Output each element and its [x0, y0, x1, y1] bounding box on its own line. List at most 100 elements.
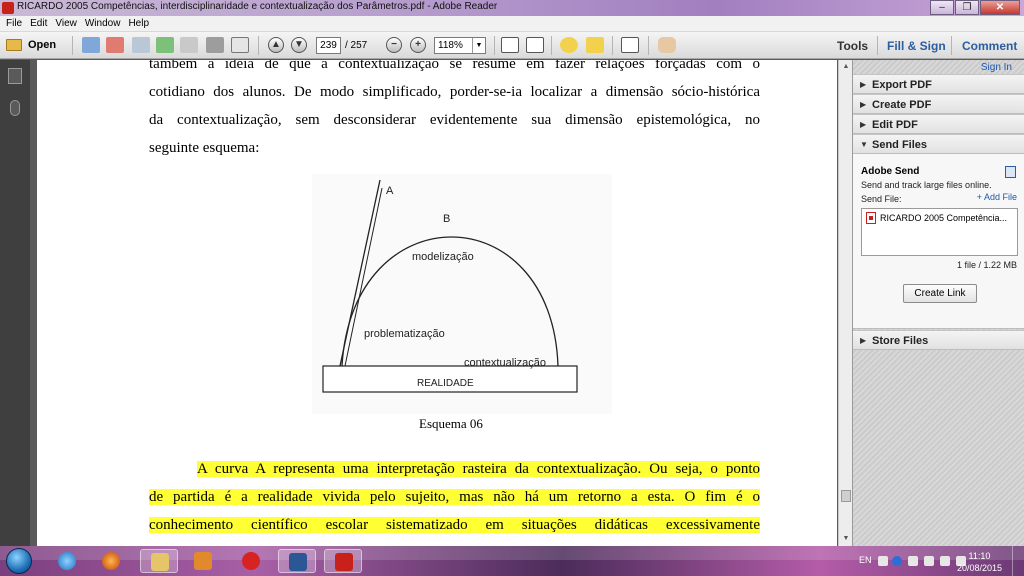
vertical-scrollbar[interactable]: ▲ ▼ [838, 60, 852, 546]
save-icon[interactable] [180, 37, 198, 53]
adobe-reader-icon [335, 553, 353, 571]
highlighted-text: A curva A representa uma interpretação r… [197, 461, 760, 477]
section-label: Store Files [872, 335, 929, 347]
label-b: B [443, 213, 450, 225]
section-label: Export PDF [872, 79, 932, 91]
create-link-button[interactable]: Create Link [903, 284, 977, 303]
page-total: / 257 [345, 40, 368, 51]
label-realidade: REALIDADE [417, 378, 474, 389]
minimize-button[interactable]: – [930, 0, 954, 15]
tools-button[interactable]: Tools [837, 39, 868, 53]
file-count: 1 file / 1.22 MB [956, 260, 1017, 270]
copy-icon[interactable] [1005, 166, 1016, 178]
taskbar-firefox[interactable] [92, 549, 130, 573]
send-files-panel: Adobe Send Send and track large files on… [853, 154, 1024, 329]
scroll-thumb[interactable] [841, 490, 851, 502]
fill-sign-button[interactable]: Fill & Sign [887, 39, 946, 53]
zoom-in-icon[interactable]: + [410, 37, 426, 53]
fit-width-icon[interactable] [526, 37, 544, 53]
comment-button[interactable]: Comment [962, 39, 1017, 53]
menu-window[interactable]: Window [83, 16, 127, 31]
document-view[interactable]: também a ideia de que a contextualização… [30, 60, 838, 546]
taskbar-media-player[interactable] [184, 549, 222, 573]
open-button[interactable]: Open [6, 37, 64, 53]
toolbar-separator [258, 36, 259, 55]
language-indicator[interactable]: EN [859, 555, 872, 565]
highlight-icon[interactable] [586, 37, 604, 53]
edit-icon[interactable] [132, 37, 150, 53]
start-button[interactable] [6, 548, 32, 574]
taskbar-adobe-reader[interactable] [324, 549, 362, 573]
add-file-link[interactable]: + Add File [977, 192, 1017, 202]
hand-tool-icon[interactable] [658, 37, 676, 53]
label-problematizacao: problematização [364, 328, 445, 340]
speaker-icon[interactable] [940, 556, 950, 566]
zoom-select[interactable]: 118% ▼ [434, 37, 486, 54]
upload-icon[interactable] [156, 37, 174, 53]
file-list[interactable]: RICARDO 2005 Competência... [861, 208, 1018, 256]
email-icon[interactable] [231, 37, 249, 53]
send-file-label: Send File: [861, 194, 902, 204]
section-edit-pdf[interactable]: ▶ Edit PDF [853, 114, 1024, 134]
page-number-input[interactable]: 239 [316, 37, 341, 54]
adobe-reader-app-icon [2, 2, 14, 14]
menu-file[interactable]: File [4, 16, 28, 31]
close-button[interactable]: ✕ [980, 0, 1020, 15]
figure-caption: Esquema 06 [419, 416, 483, 431]
sign-in-link[interactable]: Sign In [981, 62, 1012, 73]
chevron-down-icon[interactable]: ▼ [472, 38, 485, 53]
menu-help[interactable]: Help [126, 16, 155, 31]
attachments-icon[interactable] [10, 100, 20, 116]
convert-pdf-icon[interactable] [106, 37, 124, 53]
toolbar-separator [551, 36, 552, 55]
tray-icon[interactable] [878, 556, 888, 566]
highlighted-text: conhecimento científico escolar sistemat… [149, 517, 760, 533]
network-icon[interactable] [924, 556, 934, 566]
taskbar-internet-explorer[interactable] [48, 549, 86, 573]
previous-page-icon[interactable]: ▲ [268, 37, 284, 53]
expand-triangle-icon: ▶ [860, 80, 867, 89]
sticky-note-icon[interactable] [560, 37, 578, 53]
paragraph-line: seguinte esquema: [149, 140, 260, 156]
taskbar-claro[interactable] [232, 549, 270, 573]
menu-view[interactable]: View [53, 16, 83, 31]
page-thumbnails-icon[interactable] [8, 68, 22, 84]
help-icon[interactable] [892, 556, 902, 566]
maximize-button[interactable]: ❐ [955, 0, 979, 15]
open-label: Open [28, 39, 57, 51]
claro-icon [242, 552, 260, 570]
window-controls: – ❐ ✕ [929, 0, 1020, 16]
clock-time: 11:10 [968, 551, 991, 561]
schema-diagram: A B modelização problematização contextu… [312, 174, 612, 414]
section-create-pdf[interactable]: ▶ Create PDF [853, 94, 1024, 114]
menu-edit[interactable]: Edit [28, 16, 53, 31]
paragraph-2-highlighted: A curva A representa uma interpretação r… [149, 455, 760, 539]
taskbar-file-explorer[interactable] [140, 549, 178, 573]
fit-page-icon[interactable] [501, 37, 519, 53]
paragraph-1: também a ideia de que a contextualização… [149, 60, 760, 162]
print-icon[interactable] [206, 37, 224, 53]
firefox-icon [102, 552, 120, 570]
paragraph-line: A curva A representa uma interpretação r… [149, 455, 760, 483]
zoom-out-icon[interactable]: − [386, 37, 402, 53]
toolbar-separator [648, 36, 649, 55]
toolbar: Open ▲ ▼ 239 / 257 − + 118% ▼ Tools Fill… [0, 32, 1024, 59]
create-pdf-icon[interactable] [82, 37, 100, 53]
next-page-icon[interactable]: ▼ [291, 37, 307, 53]
section-send-files[interactable]: ▼ Send Files [853, 134, 1024, 154]
clock[interactable]: 11:10 20/08/2015 [957, 550, 1002, 574]
toolbar-separator [72, 36, 73, 55]
section-label: Create PDF [872, 99, 932, 111]
section-store-files[interactable]: ▶ Store Files [853, 330, 1024, 350]
taskbar-word[interactable] [278, 549, 316, 573]
navigation-panel [0, 60, 30, 546]
flag-icon[interactable] [908, 556, 918, 566]
label-modelizacao: modelização [412, 251, 474, 263]
window-title: RICARDO 2005 Competências, interdiscipli… [17, 1, 498, 12]
section-export-pdf[interactable]: ▶ Export PDF [853, 74, 1024, 94]
scroll-up-icon[interactable]: ▲ [840, 61, 852, 73]
scroll-down-icon[interactable]: ▼ [840, 533, 852, 545]
folder-icon [6, 39, 22, 51]
show-desktop-button[interactable] [1012, 546, 1024, 576]
expand-icon[interactable] [621, 37, 639, 53]
